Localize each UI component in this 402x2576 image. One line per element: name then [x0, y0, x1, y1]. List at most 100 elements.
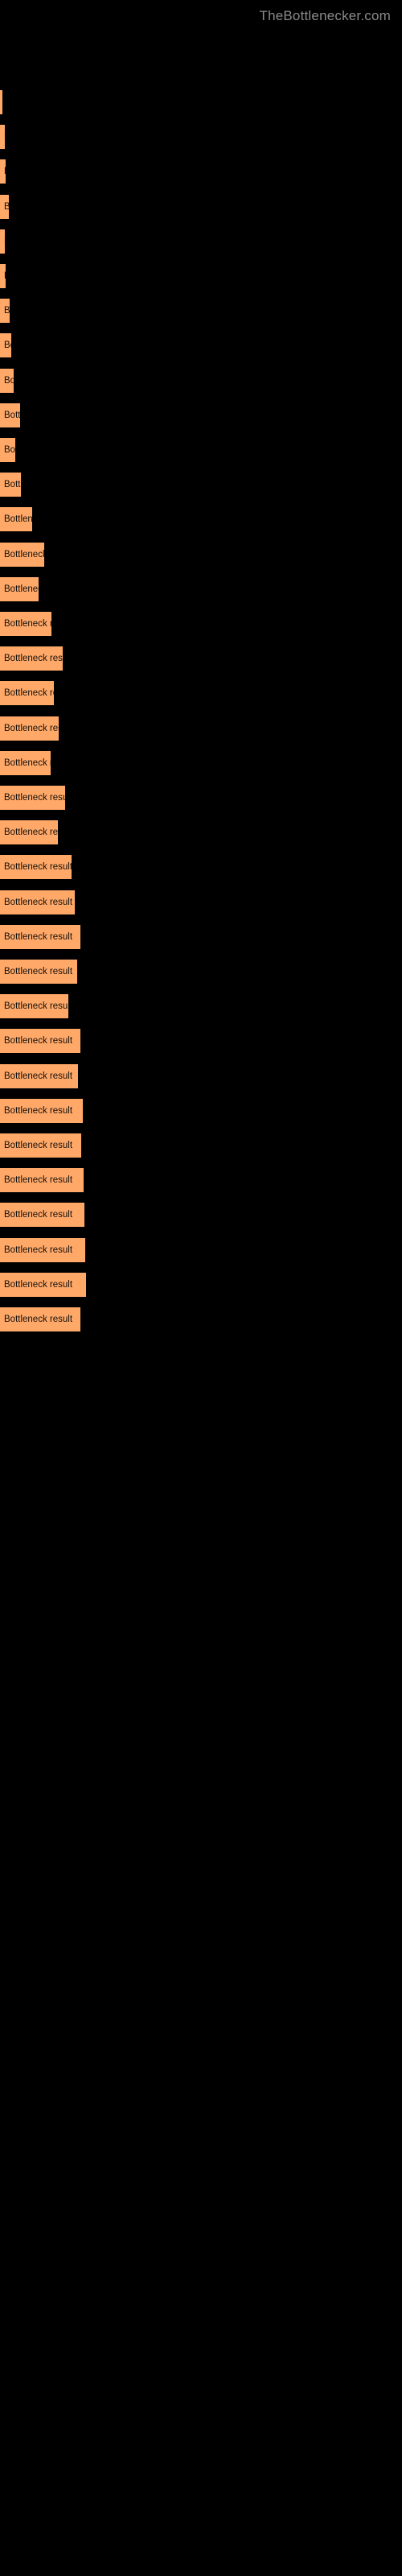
bar-label: Bottleneck result: [4, 375, 14, 386]
bar-label: Bottleneck result: [4, 688, 54, 699]
bar-row: Bottleneck result: [0, 507, 32, 532]
bar: Bottleneck result: [0, 473, 21, 497]
bar-row: Bottleneck result: [0, 786, 65, 810]
bar-row: Bottleneck result: [0, 820, 58, 845]
bar-row: Bottleneck result: [0, 646, 63, 671]
bar: Bottleneck result: [0, 333, 11, 358]
site-watermark: TheBottlenecker.com: [259, 8, 391, 23]
bar-row: Bottleneck result: [0, 716, 59, 741]
bar-label: Bottleneck result: [4, 723, 59, 733]
bar-row: Bottleneck result: [0, 1307, 80, 1331]
bar-row: Bottleneck result: [0, 402, 20, 427]
bar-label: Bottleneck result: [4, 1141, 73, 1150]
bar-row: Bottleneck result: [0, 960, 77, 984]
bar-row: Bottleneck result: [0, 1203, 84, 1228]
bar: Bottleneck result: [0, 716, 59, 741]
bar: Bottleneck result: [0, 1168, 84, 1193]
bar-row: Bottleneck result: [0, 1237, 85, 1262]
bar-label: Bottleneck result: [0, 159, 6, 184]
bar: Bottleneck result: [0, 750, 51, 775]
bar: Bottleneck result: [0, 1307, 80, 1331]
bar-label: Bottleneck result: [4, 758, 51, 768]
bar: Bottleneck result: [0, 576, 39, 601]
bar-label: Bottleneck result: [4, 931, 73, 942]
bar: Bottleneck result: [0, 994, 68, 1019]
bar-label: Bottleneck result: [4, 828, 58, 838]
bar: Bottleneck result: [0, 1237, 85, 1262]
bar: Bottleneck result: [0, 890, 75, 914]
bar: Bottleneck result: [0, 368, 14, 393]
bar-row: Bottleneck result: [0, 438, 15, 462]
bar-row: Bottleneck result: [0, 1029, 80, 1054]
bar-label: Bottleneck result: [4, 1105, 73, 1116]
bar: Bottleneck result: [0, 855, 72, 880]
bar-label: Bottleneck result: [4, 1315, 73, 1324]
bar-label: Bottleneck result: [4, 654, 63, 664]
bar-row: Bottleneck result: [0, 264, 6, 288]
bar: Bottleneck result: [0, 194, 9, 219]
bar: Bottleneck result: [0, 681, 54, 706]
bar-label: Bottleneck result: [4, 1071, 73, 1081]
bar: Bottleneck result: [0, 1133, 81, 1158]
bar-row: Bottleneck result: [0, 368, 14, 393]
bar-label: Bottleneck result: [4, 1245, 73, 1255]
bar-row: Bottleneck result: [0, 90, 2, 114]
bar-row: Bottleneck result: [0, 994, 68, 1019]
bar: Bottleneck result: [0, 1203, 84, 1228]
bar-row: Bottleneck result: [0, 1133, 81, 1158]
bar-label: Bottleneck result: [4, 584, 39, 594]
bar-label: Bottleneck result: [4, 862, 72, 873]
bar: Bottleneck result: [0, 90, 2, 114]
bar-label: Bottleneck result: [4, 793, 65, 803]
bar: Bottleneck result: [0, 646, 63, 671]
bar-label: Bottleneck result: [4, 480, 21, 490]
bar-label: Bottleneck result: [4, 1001, 68, 1012]
bar-label: Bottleneck result: [4, 897, 73, 907]
bar: Bottleneck result: [0, 438, 15, 462]
bar-row: Bottleneck result: [0, 125, 5, 150]
bar: Bottleneck result: [0, 1029, 80, 1054]
bar-row: Bottleneck result: [0, 1063, 78, 1088]
bar: Bottleneck result: [0, 264, 6, 288]
bar: Bottleneck result: [0, 125, 5, 150]
bar-row: Bottleneck result: [0, 542, 44, 567]
bar-row: Bottleneck result: [0, 1168, 84, 1193]
bar-label: Bottleneck result: [4, 1210, 73, 1220]
bar-row: Bottleneck result: [0, 299, 10, 324]
bar-label: Bottleneck result: [4, 514, 32, 525]
bar-label: Bottleneck result: [4, 1036, 73, 1046]
bar: Bottleneck result: [0, 924, 80, 949]
bar: Bottleneck result: [0, 786, 65, 810]
bar-label: Bottleneck result: [4, 549, 44, 559]
bar-row: Bottleneck result: [0, 333, 11, 358]
bottleneck-bar-chart: Bottleneck result Bottleneck result Bottle…: [0, 80, 402, 2568]
bar: Bottleneck result: [0, 1272, 86, 1297]
bar: Bottleneck result: [0, 820, 58, 845]
bar-row: Bottleneck result: [0, 855, 72, 880]
bar: Bottleneck result: [0, 542, 44, 567]
bar-row: Bottleneck result: [0, 890, 75, 914]
bar: Bottleneck result: [0, 229, 5, 254]
bar: Bottleneck result: [0, 159, 6, 184]
bar-row: Bottleneck result: [0, 229, 5, 254]
bar-row: Bottleneck result: [0, 473, 21, 497]
bar-label: Bottleneck result: [4, 410, 20, 420]
bar-label: Bottleneck result: [0, 229, 5, 254]
bar: Bottleneck result: [0, 1063, 78, 1088]
bar-row: Bottleneck result: [0, 750, 51, 775]
bar: Bottleneck result: [0, 299, 10, 324]
bar: Bottleneck result: [0, 1098, 83, 1123]
bar-label: Bottleneck result: [0, 264, 6, 288]
bar: Bottleneck result: [0, 612, 51, 636]
bar: Bottleneck result: [0, 507, 32, 532]
bar-row: Bottleneck result: [0, 681, 54, 706]
bar-row: Bottleneck result: [0, 194, 9, 219]
bar: Bottleneck result: [0, 402, 20, 427]
bar-label: Bottleneck result: [4, 306, 10, 316]
bar-label: Bottleneck result: [4, 1175, 73, 1186]
bar-label: Bottleneck result: [0, 90, 2, 114]
bar-row: Bottleneck result: [0, 159, 6, 184]
bar-label: Bottleneck result: [4, 967, 73, 976]
bar-label: Bottleneck result: [4, 201, 9, 212]
bar-label: Bottleneck result: [4, 1279, 73, 1290]
